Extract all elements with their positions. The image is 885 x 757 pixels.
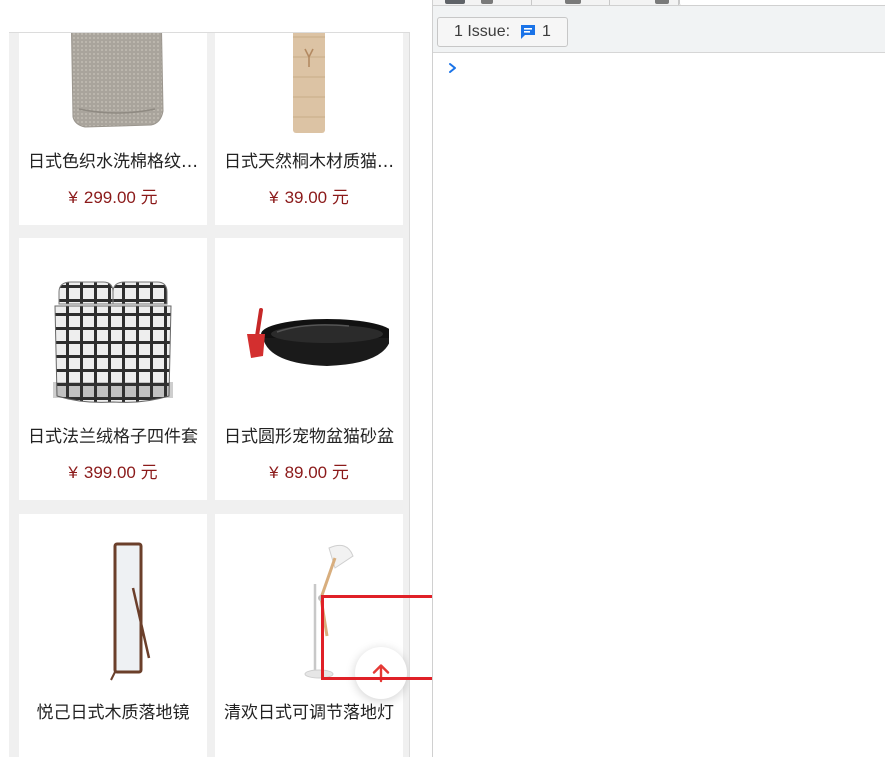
mobile-preview: 日式色织水洗棉格纹… ¥299.00 元 日式天然桐木材质猫… ¥ 39.00 …: [9, 32, 410, 757]
issues-label: 1 Issue:: [454, 23, 511, 40]
product-name: 日式天然桐木材质猫…: [224, 152, 394, 171]
product-card[interactable]: 日式天然桐木材质猫… ¥39.00 元: [215, 33, 403, 225]
product-name: 清欢日式可调节落地灯: [224, 703, 394, 722]
product-card[interactable]: 清欢日式可调节落地灯: [215, 514, 403, 757]
price-symbol: ¥: [269, 463, 279, 482]
product-price: ¥39.00 元: [215, 183, 403, 207]
price-value: 299.00 元: [83, 188, 158, 207]
product-price: ¥89.00 元: [215, 458, 403, 482]
price-symbol: ¥: [269, 188, 279, 207]
filter-input[interactable]: [679, 0, 885, 5]
tab-separator: [531, 0, 532, 5]
price-value: 399.00 元: [83, 463, 158, 482]
price-symbol: ¥: [68, 188, 78, 207]
message-icon: [519, 23, 537, 41]
tab-fragment[interactable]: [565, 0, 581, 4]
price-symbol: ¥: [68, 463, 78, 482]
product-name: 悦己日式木质落地镜: [36, 703, 190, 722]
wooden-cat-scratcher-image: [229, 33, 389, 137]
devtools-panel: 1 Issue: 1: [432, 0, 885, 757]
chevron-right-icon: [447, 60, 459, 79]
product-card[interactable]: 日式色织水洗棉格纹… ¥299.00 元: [19, 33, 207, 225]
floor-mirror-image: [33, 528, 193, 688]
product-price: ¥399.00 元: [19, 458, 207, 482]
issues-count: 1: [542, 23, 551, 40]
price-value: 89.00 元: [284, 463, 349, 482]
product-name: 日式色织水洗棉格纹…: [28, 152, 198, 171]
console-area[interactable]: [433, 54, 885, 757]
plaid-bedding-set-image: [33, 252, 193, 412]
issues-button[interactable]: 1 Issue: 1: [437, 17, 568, 47]
product-name: 日式圆形宠物盆猫砂盆: [224, 427, 394, 446]
product-grid: 日式色织水洗棉格纹… ¥299.00 元 日式天然桐木材质猫… ¥ 39.00 …: [9, 33, 409, 757]
back-to-top-button[interactable]: [355, 647, 407, 699]
product-price: ¥299.00 元: [19, 183, 207, 207]
product-name: 日式法兰绒格子四件套: [28, 427, 198, 446]
tab-fragment[interactable]: [481, 0, 493, 4]
black-litter-box-image: [229, 252, 389, 412]
tab-fragment[interactable]: [655, 0, 669, 4]
devtools-toolbar: 1 Issue: 1: [433, 6, 885, 53]
tab-fragment[interactable]: [445, 0, 465, 4]
arrow-up-icon: [372, 664, 390, 683]
price-value: 39.00 元: [284, 188, 349, 207]
tab-separator: [609, 0, 610, 5]
product-card[interactable]: 日式法兰绒格子四件套 ¥399.00 元: [19, 238, 207, 500]
product-card[interactable]: 日式圆形宠物盆猫砂盆 ¥89.00 元: [215, 238, 403, 500]
grey-quilt-image: [33, 33, 193, 137]
product-card[interactable]: 悦己日式木质落地镜: [19, 514, 207, 757]
